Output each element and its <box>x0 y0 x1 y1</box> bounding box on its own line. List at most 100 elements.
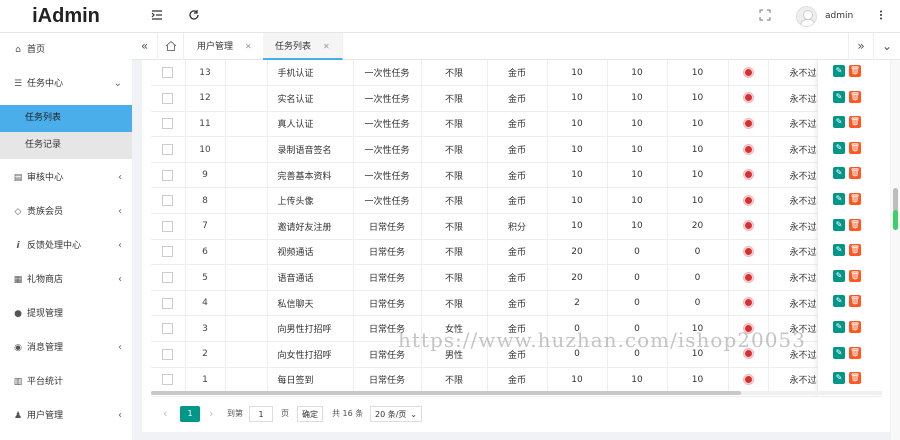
operations-column: ✎ 🗑 ✎ 🗑 ✎ 🗑 ✎ 🗑 ✎ 🗑 ✎ 🗑 ✎ 🗑 ✎ 🗑 ✎ 🗑 ✎ 🗑 ✎ 🗑 ✎ 🗑 ✎ 🗑 <box>817 60 877 396</box>
table-row[interactable]: 12 实名认证 一次性任务 不限 金币 10 10 10 永不过期 <box>151 85 827 112</box>
delete-button[interactable]: 🗑 <box>849 321 861 333</box>
sidebar-item-task-center[interactable]: ☰ 任务中心 ⌄ <box>0 67 132 101</box>
sidebar-item-vip[interactable]: ◇ 贵族会员 ‹ <box>0 195 132 229</box>
row-checkbox[interactable] <box>162 246 174 258</box>
cell-reward-type: 金币 <box>487 264 548 291</box>
delete-button[interactable]: 🗑 <box>849 244 861 257</box>
tabs-scroll-left-icon[interactable]: « <box>132 33 158 60</box>
row-checkbox[interactable] <box>162 195 174 207</box>
table-row[interactable]: 1 每日签到 日常任务 不限 金币 10 10 10 永不过期 <box>151 367 827 394</box>
avatar[interactable] <box>796 6 817 27</box>
sidebar-item-messages[interactable]: ◉ 消息管理 ‹ <box>0 331 132 365</box>
row-checkbox[interactable] <box>162 348 174 360</box>
table-row[interactable]: 6 视频通话 日常任务 不限 金币 20 0 0 永不过期 <box>151 239 827 266</box>
table-row[interactable]: 8 上传头像 一次性任务 不限 金币 10 10 10 永不过期 <box>151 187 827 215</box>
table-cell-empty <box>225 341 268 368</box>
refresh-icon[interactable] <box>187 9 201 23</box>
cell-task-name: 语音通话 <box>267 264 354 291</box>
table-row[interactable]: 11 真人认证 一次性任务 不限 金币 10 10 10 永不过期 <box>151 111 827 138</box>
close-icon[interactable]: ✕ <box>323 42 330 51</box>
tab-task-list[interactable]: 任务列表 ✕ <box>263 33 343 60</box>
delete-button[interactable]: 🗑 <box>849 141 861 154</box>
fullscreen-icon[interactable] <box>758 9 772 23</box>
row-checkbox[interactable] <box>162 374 174 386</box>
prev-page-icon[interactable]: ‹ <box>163 406 167 422</box>
cell-reward-b: 10 <box>607 60 668 87</box>
table-row[interactable]: 4 私信聊天 日常任务 不限 金币 2 0 0 永不过期 <box>151 290 827 317</box>
delete-button[interactable]: 🗑 <box>849 218 861 231</box>
edit-button[interactable]: ✎ <box>833 346 845 359</box>
sidebar-item-users[interactable]: ♟ 用户管理 ‹ <box>0 399 132 433</box>
cell-task-type: 日常任务 <box>353 367 422 394</box>
vertical-scrollbar[interactable] <box>891 60 900 440</box>
edit-button[interactable]: ✎ <box>833 269 845 282</box>
edit-button[interactable]: ✎ <box>833 90 845 103</box>
delete-button[interactable]: 🗑 <box>849 372 861 385</box>
row-checkbox[interactable] <box>162 92 174 104</box>
row-checkbox[interactable] <box>162 169 174 181</box>
table-row[interactable]: 7 邀请好友注册 日常任务 不限 积分 10 10 20 永不过期 <box>151 213 827 240</box>
goto-page-input[interactable]: 1 <box>249 406 273 422</box>
horizontal-scrollbar[interactable] <box>151 391 882 395</box>
cell-task-name: 视频通话 <box>267 239 354 266</box>
sidebar-item-statistics[interactable]: ▥ 平台统计 <box>0 365 132 399</box>
sidebar-item-label: 反馈处理中心 <box>27 241 82 251</box>
table-row[interactable]: 10 录制语音签名 一次性任务 不限 金币 10 10 10 永不过期 <box>151 136 827 163</box>
delete-button[interactable]: 🗑 <box>849 193 861 205</box>
edit-button[interactable]: ✎ <box>833 193 845 205</box>
row-checkbox[interactable] <box>162 323 174 335</box>
delete-button[interactable]: 🗑 <box>849 269 861 282</box>
tabs-scroll-right-icon[interactable]: » <box>848 33 874 60</box>
edit-button[interactable]: ✎ <box>833 116 845 129</box>
row-checkbox[interactable] <box>162 297 174 309</box>
sidebar-item-audit[interactable]: ▤ 审核中心 ‹ <box>0 161 132 195</box>
sidebar-subitem-task-records[interactable]: 任务记录 <box>0 132 132 159</box>
edit-button[interactable]: ✎ <box>833 372 845 385</box>
horizontal-scrollbar-thumb[interactable] <box>151 391 741 395</box>
row-checkbox[interactable] <box>162 272 174 284</box>
chevron-down-icon[interactable]: ⌄ <box>874 33 900 60</box>
cell-reward-type: 金币 <box>487 60 548 87</box>
sidebar-item-feedback[interactable]: i 反馈处理中心 ‹ <box>0 229 132 263</box>
delete-button[interactable]: 🗑 <box>849 116 861 129</box>
sidebar-item-home[interactable]: ⌂ 首页 <box>0 33 132 67</box>
row-checkbox[interactable] <box>162 220 174 232</box>
status-dot <box>743 93 753 103</box>
menu-collapse-icon[interactable] <box>150 9 164 23</box>
delete-button[interactable]: 🗑 <box>849 90 861 103</box>
delete-button[interactable]: 🗑 <box>849 295 861 308</box>
next-page-icon[interactable]: › <box>209 406 213 422</box>
row-checkbox[interactable] <box>162 144 174 156</box>
home-tab-icon[interactable] <box>158 33 184 60</box>
sidebar-item-withdraw[interactable]: ● 提现管理 <box>0 297 132 331</box>
close-icon[interactable]: ✕ <box>245 42 252 51</box>
page-current[interactable]: 1 <box>180 406 200 422</box>
sidebar-item-gift-store[interactable]: ▦ 礼物商店 ‹ <box>0 263 132 297</box>
task-table-panel: 13 手机认证 一次性任务 不限 金币 10 10 10 永不过期 12 实名认证 一次性任务 不限 金币… <box>142 60 890 432</box>
sidebar-subitem-task-list[interactable]: 任务列表 <box>0 105 132 132</box>
row-checkbox[interactable] <box>162 118 174 130</box>
delete-button[interactable]: 🗑 <box>849 167 861 180</box>
delete-button[interactable]: 🗑 <box>849 346 861 359</box>
table-cell <box>151 264 186 291</box>
edit-button[interactable]: ✎ <box>833 167 845 180</box>
tab-user-management[interactable]: 用户管理 ✕ <box>185 33 265 60</box>
goto-confirm-button[interactable]: 确定 <box>297 406 323 422</box>
table-row[interactable]: 5 语音通话 日常任务 不限 金币 20 0 0 永不过期 <box>151 264 827 291</box>
edit-button[interactable]: ✎ <box>833 65 845 77</box>
more-vertical-icon[interactable] <box>874 9 888 23</box>
delete-button[interactable]: 🗑 <box>849 65 861 77</box>
edit-button[interactable]: ✎ <box>833 218 845 231</box>
table-row[interactable]: 13 手机认证 一次性任务 不限 金币 10 10 10 永不过期 <box>151 60 827 87</box>
page-size-select[interactable]: 20 条/页 ⌄ <box>370 406 422 422</box>
table-cell <box>728 213 769 240</box>
row-checkbox[interactable] <box>162 67 174 79</box>
user-name[interactable]: admin <box>825 11 853 21</box>
cell-reward-a: 20 <box>547 264 608 291</box>
edit-button[interactable]: ✎ <box>833 321 845 333</box>
table-row[interactable]: 9 完善基本资料 一次性任务 不限 金币 10 10 10 永不过期 <box>151 162 827 189</box>
edit-button[interactable]: ✎ <box>833 295 845 308</box>
edit-button[interactable]: ✎ <box>833 141 845 154</box>
audit-icon: ▤ <box>13 173 23 183</box>
edit-button[interactable]: ✎ <box>833 244 845 257</box>
